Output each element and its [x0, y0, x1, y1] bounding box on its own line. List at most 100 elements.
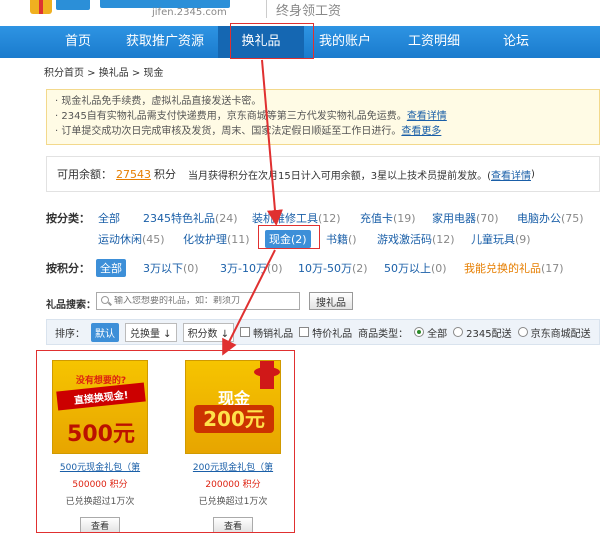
- category-name: 家用电器: [432, 212, 476, 225]
- points-name: 全部: [100, 262, 122, 275]
- category-count: (): [348, 233, 357, 246]
- type-jd-label: 京东商城配送: [530, 328, 591, 340]
- gift-icon: [30, 0, 52, 14]
- annotation-box-products: [36, 350, 295, 533]
- nav-forum[interactable]: 论坛: [482, 26, 550, 58]
- category-count: (70): [476, 212, 499, 225]
- category-game-codes[interactable]: 游戏激活码(12): [377, 231, 455, 247]
- category-count: (12): [432, 233, 455, 246]
- type-2345-radio[interactable]: [453, 327, 464, 337]
- category-name: 化妆护理: [183, 233, 227, 246]
- category-count: (45): [142, 233, 165, 246]
- nav-salary-detail[interactable]: 工资明细: [386, 26, 482, 58]
- balance-unit: 积分: [154, 168, 176, 181]
- notice-box: · 现金礼品免手续费，虚拟礼品直接发送卡密。 · 2345自有实物礼品需支付快递…: [46, 89, 600, 145]
- category-computer-office[interactable]: 电脑办公(75): [517, 210, 584, 226]
- sort-bar: 排序： 默认 兑换量 ↓ 积分数 ↓ 畅销礼品 特价礼品 商品类型： 全部 23…: [46, 319, 600, 345]
- points-all[interactable]: 全部: [96, 259, 126, 277]
- site-url: jifen.2345.com: [152, 7, 227, 18]
- points-count: (17): [541, 262, 564, 275]
- category-appliances[interactable]: 家用电器(70): [432, 210, 499, 226]
- balance-note-end: ): [531, 168, 535, 180]
- category-repair-tools[interactable]: 装机维修工具(12): [252, 210, 341, 226]
- category-name: 运动休闲: [98, 233, 142, 246]
- balance-note: 当月获得积分在次月15日计入可用余额，3星以上技术员提前发放。(: [188, 170, 491, 182]
- category-books[interactable]: 书籍(): [326, 231, 357, 247]
- points-name: 3万-10万: [220, 262, 267, 275]
- category-sports[interactable]: 运动休闲(45): [98, 231, 165, 247]
- type-2345-label: 2345配送: [466, 328, 512, 340]
- points-count: (0): [431, 262, 447, 275]
- notice-details-link[interactable]: 查看详情: [407, 111, 447, 122]
- breadcrumb[interactable]: 积分首页 > 换礼品 > 现金: [44, 64, 163, 79]
- category-name: 电脑办公: [517, 212, 561, 225]
- type-jd-radio[interactable]: [517, 327, 528, 337]
- balance-details-link[interactable]: 查看详情: [491, 167, 531, 182]
- annotation-box-category: [258, 225, 320, 249]
- category-name: 游戏激活码: [377, 233, 432, 246]
- points-name: 50万以上: [384, 262, 431, 275]
- balance-amount[interactable]: 27543: [116, 168, 151, 181]
- notice-line-3-text: · 订单提交成功次日完成审核及发货，周末、国家法定假日顺延至工作日进行。: [55, 126, 402, 137]
- points-count: (2): [351, 262, 368, 275]
- category-count: (9): [515, 233, 531, 246]
- points-100k-500k[interactable]: 10万-50万(2): [298, 260, 368, 276]
- product-type-label: 商品类型：: [358, 328, 409, 340]
- nav-home[interactable]: 首页: [44, 26, 112, 58]
- search-label: 礼品搜索：: [46, 300, 96, 311]
- points-name: 我能兑换的礼品: [464, 262, 541, 275]
- type-all-radio[interactable]: [414, 327, 425, 337]
- points-count: (0): [266, 262, 283, 275]
- points-under-30k[interactable]: 3万以下(0): [143, 260, 199, 276]
- nav-my-account[interactable]: 我的账户: [304, 26, 386, 58]
- type-jd-option[interactable]: 京东商城配送: [517, 325, 591, 340]
- notice-line-1: · 现金礼品免手续费，虚拟礼品直接发送卡密。: [55, 96, 262, 107]
- category-name: 充值卡: [360, 212, 393, 225]
- sort-label: 排序：: [55, 328, 85, 340]
- notice-line-2: · 2345自有实物礼品需支付快递费用，京东商城等第三方代发实物礼品免运费。查看…: [55, 109, 591, 124]
- search-input[interactable]: [113, 296, 299, 306]
- points-30k-100k[interactable]: 3万-10万(0): [220, 260, 283, 276]
- points-name: 3万以下: [143, 262, 183, 275]
- category-count: (11): [227, 233, 250, 246]
- points-name: 10万-50万: [298, 262, 352, 275]
- slogan: 终身领工资: [276, 4, 342, 19]
- sort-default-button[interactable]: 默认: [91, 322, 119, 342]
- balance-label: 可用余额：: [57, 168, 112, 181]
- category-name: 装机维修工具: [252, 212, 318, 225]
- category-name: 书籍: [326, 233, 348, 246]
- type-all-option[interactable]: 全部: [414, 325, 447, 340]
- category-count: (24): [215, 212, 238, 225]
- category-count: (19): [393, 212, 416, 225]
- annotation-box-nav: [230, 23, 314, 59]
- search-box: [96, 292, 300, 310]
- category-all-name: 全部: [98, 212, 120, 225]
- category-toys[interactable]: 儿童玩具(9): [471, 231, 531, 247]
- category-filter-label: 按分类：: [46, 212, 90, 225]
- notice-more-link[interactable]: 查看更多: [401, 126, 441, 137]
- site-logo[interactable]: [30, 0, 92, 18]
- search-button[interactable]: 搜礼品: [309, 292, 353, 310]
- special-filter[interactable]: 特价礼品: [299, 325, 352, 340]
- sort-by-exchange-button[interactable]: 兑换量 ↓: [125, 322, 177, 342]
- category-recharge-card[interactable]: 充值卡(19): [360, 210, 416, 226]
- special-checkbox[interactable]: [299, 327, 310, 337]
- notice-line-3: · 订单提交成功次日完成审核及发货，周末、国家法定假日顺延至工作日进行。查看更多: [55, 124, 591, 139]
- category-count: (75): [561, 212, 584, 225]
- category-cosmetics[interactable]: 化妆护理(11): [183, 231, 250, 247]
- category-name: 儿童玩具: [471, 233, 515, 246]
- slogan-divider: [266, 0, 267, 18]
- points-affordable[interactable]: 我能兑换的礼品(17): [464, 260, 564, 276]
- sort-by-points-button[interactable]: 积分数 ↓: [182, 322, 235, 342]
- category-all[interactable]: 全部: [98, 210, 120, 226]
- nav-get-resources[interactable]: 获取推广资源: [112, 26, 218, 58]
- points-over-500k[interactable]: 50万以上(0): [384, 260, 447, 276]
- category-count: (12): [318, 212, 341, 225]
- category-2345-special[interactable]: 2345特色礼品(24): [143, 210, 238, 226]
- type-2345-option[interactable]: 2345配送: [453, 325, 512, 340]
- type-all-label: 全部: [427, 328, 448, 340]
- bestseller-filter[interactable]: 畅销礼品: [240, 325, 293, 340]
- points-filter-label: 按积分：: [46, 262, 90, 275]
- points-count: (0): [183, 262, 199, 275]
- bestseller-checkbox[interactable]: [240, 327, 251, 337]
